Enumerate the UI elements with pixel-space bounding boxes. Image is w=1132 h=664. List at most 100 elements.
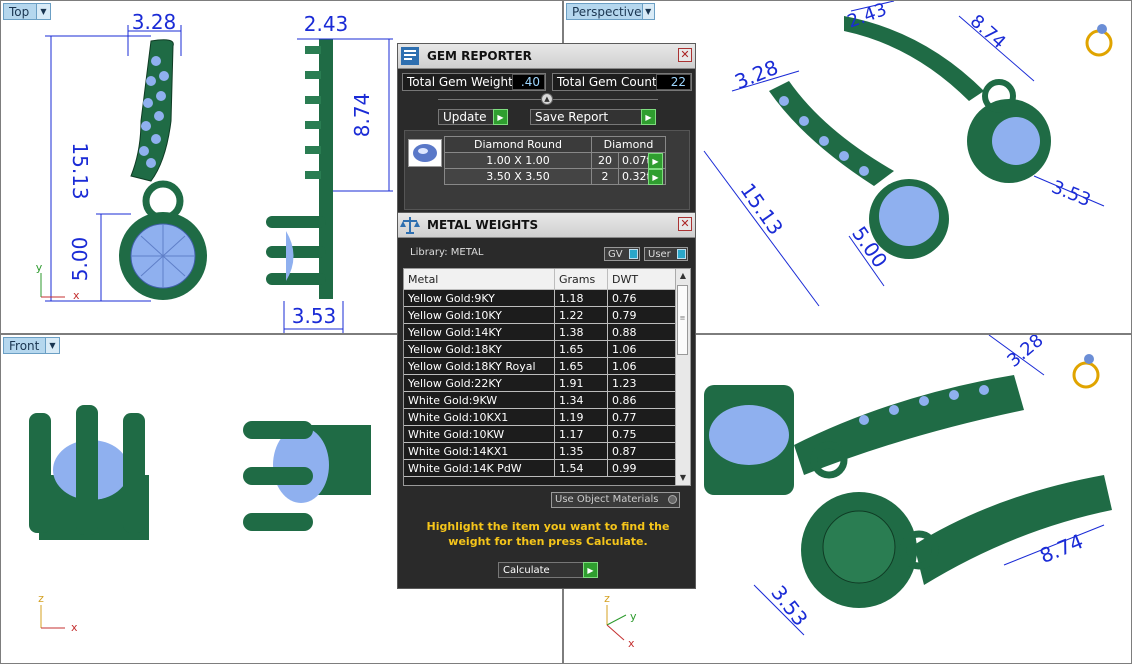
close-icon[interactable]: ✕ bbox=[678, 217, 692, 231]
dimension-lines-top bbox=[45, 25, 393, 333]
metal-grams-cell: 1.22 bbox=[554, 306, 608, 324]
metal-weights-titlebar[interactable]: METAL WEIGHTS ✕ bbox=[398, 213, 695, 238]
scrollbar[interactable]: ▲ ≡ ▼ bbox=[675, 269, 690, 485]
gem-reporter-panel: GEM REPORTER ✕ Total Gem Weight .40 Tota… bbox=[397, 43, 696, 213]
close-icon[interactable]: ✕ bbox=[678, 48, 692, 62]
metal-dwt-cell: 0.99 bbox=[607, 459, 678, 477]
ring-icon bbox=[1085, 24, 1113, 57]
metal-metal-cell: White Gold:14K PdW bbox=[404, 459, 555, 477]
save-report-button-label: Save Report bbox=[535, 110, 609, 124]
metal-grams-cell: 1.38 bbox=[554, 323, 608, 341]
gem-size: 3.50 X 3.50 bbox=[444, 168, 592, 185]
pendant-model-top bbox=[119, 39, 207, 300]
viewport-label: Front bbox=[9, 338, 40, 353]
ring-icon bbox=[1072, 354, 1100, 389]
scroll-down-icon[interactable]: ▼ bbox=[676, 471, 690, 485]
chevron-down-icon[interactable]: ▼ bbox=[36, 4, 50, 19]
metal-metal-cell: White Gold:9KW bbox=[404, 391, 555, 409]
metal-grams-cell: 1.91 bbox=[554, 374, 608, 392]
pendant-model-front bbox=[29, 405, 371, 540]
scroll-thumb[interactable]: ≡ bbox=[677, 285, 688, 355]
total-gem-weight-value: .40 bbox=[512, 74, 545, 90]
grams-column-header[interactable]: Grams bbox=[554, 269, 608, 290]
metal-grams-cell: 1.65 bbox=[554, 340, 608, 358]
metal-table-header: Metal Grams DWT bbox=[404, 269, 678, 290]
dim-label: 8.74 bbox=[350, 93, 374, 138]
axis-x-label: x bbox=[71, 621, 78, 634]
metal-metal-cell: Yellow Gold:22KY bbox=[404, 374, 555, 392]
collapse-arrow-icon[interactable]: ▲ bbox=[541, 93, 553, 105]
viewport-label: Top bbox=[9, 4, 30, 19]
viewport-tab-perspective[interactable]: Perspective ▼ bbox=[566, 3, 655, 20]
gem-row-go-button[interactable]: ▶ bbox=[648, 169, 663, 185]
update-button-label: Update bbox=[443, 110, 487, 124]
user-toggle[interactable]: User bbox=[644, 247, 688, 261]
dim-label: 8.74 bbox=[966, 11, 1010, 53]
metal-table-row[interactable]: Yellow Gold:14KY 1.38 0.88 bbox=[404, 323, 678, 341]
metal-grams-cell: 1.19 bbox=[554, 408, 608, 426]
metal-table-row[interactable]: White Gold:10KW 1.17 0.75 bbox=[404, 425, 678, 443]
metal-metal-cell: Yellow Gold:14KY bbox=[404, 323, 555, 341]
metal-column-header[interactable]: Metal bbox=[404, 269, 555, 290]
gem-table-header: Diamond Round Diamond bbox=[444, 136, 666, 153]
gv-toggle[interactable]: GV bbox=[604, 247, 640, 261]
dim-label: 8.74 bbox=[1036, 529, 1086, 568]
dim-label: 3.53 bbox=[292, 304, 337, 328]
metal-weights-panel: METAL WEIGHTS ✕ Library: METAL GV User M… bbox=[397, 212, 696, 589]
metal-dwt-cell: 0.77 bbox=[607, 408, 678, 426]
axis-indicator-right: z y x bbox=[604, 592, 637, 650]
chevron-down-icon[interactable]: ▼ bbox=[641, 4, 654, 19]
viewport-tab-top[interactable]: Top ▼ bbox=[3, 3, 51, 20]
calculate-button[interactable]: Calculate ▶ bbox=[498, 562, 598, 578]
metal-table-row[interactable]: Yellow Gold:18KY Royal 1.65 1.06 bbox=[404, 357, 678, 375]
pendant-model-right bbox=[704, 375, 1112, 608]
gem-count: 2 bbox=[591, 168, 619, 185]
gem-report-icon bbox=[401, 47, 419, 65]
save-report-button[interactable]: Save Report ▶ bbox=[530, 109, 656, 125]
scale-icon bbox=[400, 217, 420, 234]
metal-table-row[interactable]: Yellow Gold:10KY 1.22 0.79 bbox=[404, 306, 678, 324]
gem-row[interactable]: 1.00 X 1.00 20 0.07tw bbox=[444, 152, 666, 169]
dim-label: 2.43 bbox=[304, 12, 349, 36]
dim-label: 3.28 bbox=[731, 55, 781, 94]
metal-dwt-cell: 0.79 bbox=[607, 306, 678, 324]
metal-table-row[interactable]: White Gold:10KX1 1.19 0.77 bbox=[404, 408, 678, 426]
metal-grams-cell: 1.35 bbox=[554, 442, 608, 460]
pendant-model-perspective bbox=[769, 16, 1051, 259]
viewport-label: Perspective bbox=[572, 4, 642, 19]
metal-dwt-cell: 0.86 bbox=[607, 391, 678, 409]
chevron-down-icon[interactable]: ▼ bbox=[45, 338, 59, 353]
gem-reporter-title: GEM REPORTER bbox=[427, 49, 532, 63]
gem-row[interactable]: 3.50 X 3.50 2 0.32tw bbox=[444, 168, 666, 185]
dwt-column-header[interactable]: DWT bbox=[607, 269, 678, 290]
metal-table-row[interactable]: White Gold:14KX1 1.35 0.87 bbox=[404, 442, 678, 460]
axis-x-label: x bbox=[73, 289, 80, 302]
metal-table-row[interactable]: Yellow Gold:22KY 1.91 1.23 bbox=[404, 374, 678, 392]
metal-table-row[interactable]: Yellow Gold:18KY 1.65 1.06 bbox=[404, 340, 678, 358]
axis-y-label: y bbox=[36, 261, 43, 274]
dim-label: 3.28 bbox=[1003, 335, 1047, 372]
library-label: Library: METAL bbox=[410, 247, 484, 258]
metal-grams-cell: 1.65 bbox=[554, 357, 608, 375]
metal-table-row[interactable]: Yellow Gold:9KY 1.18 0.76 bbox=[404, 289, 678, 307]
metal-metal-cell: Yellow Gold:10KY bbox=[404, 306, 555, 324]
calculate-button-label: Calculate bbox=[503, 564, 550, 576]
gem-reporter-titlebar[interactable]: GEM REPORTER ✕ bbox=[398, 44, 695, 69]
metal-table-container: Metal Grams DWT Yellow Gold:9KY 1.18 0.76 Y… bbox=[403, 268, 691, 486]
update-button[interactable]: Update ▶ bbox=[438, 109, 508, 125]
gem-row-go-button[interactable]: ▶ bbox=[648, 153, 663, 169]
play-icon: ▶ bbox=[583, 562, 598, 578]
metal-table-row[interactable]: White Gold:14K PdW 1.54 0.99 bbox=[404, 459, 678, 477]
metal-table: Metal Grams DWT Yellow Gold:9KY 1.18 0.76 Y… bbox=[404, 269, 678, 477]
dim-label: 15.13 bbox=[735, 179, 788, 240]
gem-count: 20 bbox=[591, 152, 619, 169]
metal-table-row[interactable]: White Gold:9KW 1.34 0.86 bbox=[404, 391, 678, 409]
metal-metal-cell: White Gold:14KX1 bbox=[404, 442, 555, 460]
dim-label: 5.00 bbox=[68, 237, 92, 282]
viewport-tab-front[interactable]: Front ▼ bbox=[3, 337, 60, 354]
gem-type-header: Diamond bbox=[591, 136, 666, 153]
axis-indicator-front: z x bbox=[38, 592, 78, 634]
use-object-materials-toggle[interactable]: Use Object Materials bbox=[551, 492, 680, 508]
dim-label: 15.13 bbox=[68, 142, 92, 199]
scroll-up-icon[interactable]: ▲ bbox=[676, 269, 690, 283]
